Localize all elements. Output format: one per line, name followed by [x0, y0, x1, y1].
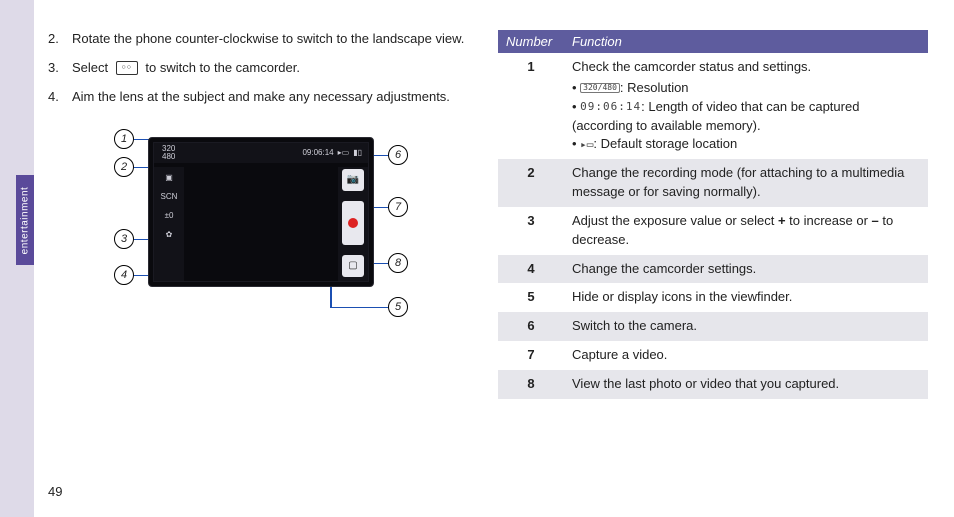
- scn-icon: SCN: [161, 192, 178, 201]
- screen-leftbar: ▣ SCN ±0 ✿: [154, 167, 184, 281]
- screen-rightbar: 📷 ▢: [338, 167, 368, 281]
- screen-topbar: 320 480 09:06:14 ▸▭ ▮▯: [154, 143, 368, 163]
- step-number: 3.: [48, 59, 72, 78]
- section-tab: entertainment: [16, 175, 34, 265]
- page-number: 49: [48, 484, 62, 499]
- table-row: 3 Adjust the exposure value or select + …: [498, 207, 928, 255]
- callout-4: 4: [114, 265, 134, 285]
- step-number: 4.: [48, 88, 72, 107]
- callout-2: 2: [114, 157, 134, 177]
- table-row: 6 Switch to the camera.: [498, 312, 928, 341]
- table-header-row: Number Function: [498, 30, 928, 53]
- exposure-icon: ±0: [165, 211, 174, 220]
- storage-icon: ▸▭: [338, 148, 350, 157]
- step-text: Rotate the phone counter-clockwise to sw…: [72, 30, 464, 49]
- storage-glyph: ▸▭: [580, 139, 593, 151]
- callout-8: 8: [388, 253, 408, 273]
- step-text: Aim the lens at the subject and make any…: [72, 88, 450, 107]
- row1-sublist: 320/480: Resolution 09:06:14: Length of …: [572, 79, 920, 154]
- table-row: 8 View the last photo or video that you …: [498, 370, 928, 399]
- step-text: Select to switch to the camcorder.: [72, 59, 300, 78]
- left-column: 2. Rotate the phone counter-clockwise to…: [48, 30, 468, 327]
- recmode-icon: ▣: [165, 173, 173, 182]
- col-number: Number: [498, 30, 564, 53]
- camcorder-switch-icon: [116, 61, 138, 75]
- callout-6: 6: [388, 145, 408, 165]
- step-4: 4. Aim the lens at the subject and make …: [48, 88, 468, 107]
- step-3: 3. Select to switch to the camcorder.: [48, 59, 468, 78]
- callout-5: 5: [388, 297, 408, 317]
- battery-icon: ▮▯: [353, 148, 362, 157]
- viewfinder-diagram: 1 2 3 4 5 6 7 8 320 480 09:06:14 ▸▭: [48, 117, 468, 327]
- settings-icon: ✿: [166, 230, 173, 239]
- remaining-time: 09:06:14: [302, 148, 333, 157]
- right-column: Number Function 1 Check the camcorder st…: [498, 30, 928, 399]
- table-row: 5 Hide or display icons in the viewfinde…: [498, 283, 928, 312]
- callout-3: 3: [114, 229, 134, 249]
- camcorder-screen: 320 480 09:06:14 ▸▭ ▮▯ ▣ SCN ±0 ✿ 📷: [148, 137, 374, 287]
- step-2: 2. Rotate the phone counter-clockwise to…: [48, 30, 468, 49]
- step-number: 2.: [48, 30, 72, 49]
- table-row: 1 Check the camcorder status and setting…: [498, 53, 928, 159]
- function-table: Number Function 1 Check the camcorder st…: [498, 30, 928, 399]
- col-function: Function: [564, 30, 928, 53]
- instruction-list: 2. Rotate the phone counter-clockwise to…: [48, 30, 468, 107]
- section-tab-label: entertainment: [20, 186, 31, 254]
- record-button: [342, 201, 364, 245]
- callout-1: 1: [114, 129, 134, 149]
- table-row: 4 Change the camcorder settings.: [498, 255, 928, 284]
- table-row: 2 Change the recording mode (for attachi…: [498, 159, 928, 207]
- table-row: 7 Capture a video.: [498, 341, 928, 370]
- callout-7: 7: [388, 197, 408, 217]
- time-glyph: 09:06:14: [580, 101, 641, 113]
- gallery-button: ▢: [342, 255, 364, 277]
- resolution-glyph: 320/480: [580, 83, 620, 93]
- switch-camera-button: 📷: [342, 169, 364, 191]
- resolution-icon: 320 480: [160, 145, 177, 161]
